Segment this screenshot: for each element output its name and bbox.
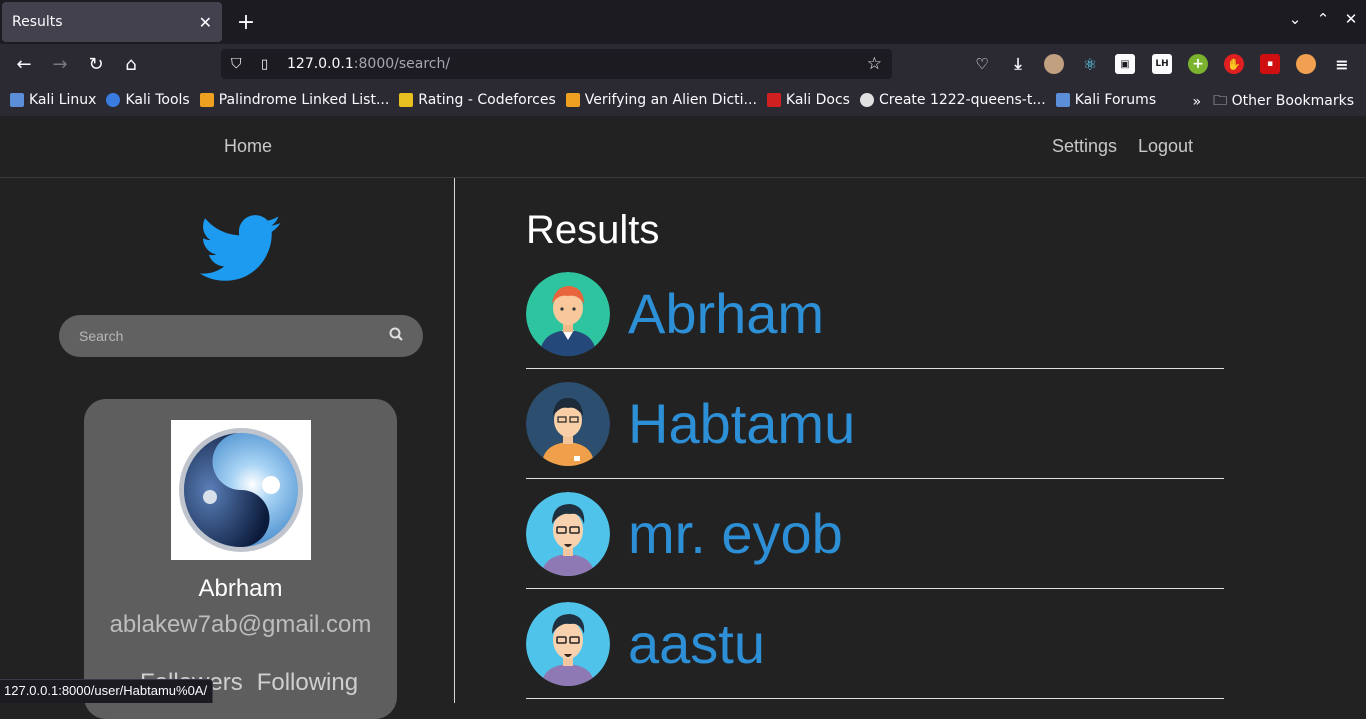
window-controls: ⌄ ⌃ ✕ — [1288, 10, 1358, 28]
menu-icon[interactable]: ≡ — [1332, 54, 1352, 74]
tab-list-icon[interactable]: ⌄ — [1288, 10, 1302, 28]
chevron-more-icon[interactable]: » — [1193, 94, 1202, 110]
back-icon[interactable]: ← — [12, 52, 36, 76]
bookmark-favicon-icon — [200, 93, 214, 107]
url-host: 127.0.0.1 — [287, 56, 354, 72]
user-name-link[interactable]: Abrham — [628, 281, 824, 346]
shield-icon[interactable]: ⛉ — [231, 56, 249, 72]
browser-toolbar: ← → ↻ ⌂ ⛉ ▯ 127.0.0.1:8000/search/ ☆ ♡ ⤓… — [0, 44, 1366, 84]
bookmark-item[interactable]: Verifying an Alien Dicti... — [566, 92, 757, 108]
user-avatar[interactable] — [526, 492, 610, 576]
profile-name: Abrham — [84, 575, 397, 603]
tab-close-icon[interactable]: ✕ — [199, 13, 212, 32]
page-content: Home Settings Logout — [0, 116, 1366, 703]
extension-orange-icon[interactable] — [1296, 54, 1316, 74]
bookmark-star-icon[interactable]: ☆ — [867, 54, 882, 74]
user-avatar[interactable] — [526, 272, 610, 356]
new-tab-button[interactable]: + — [232, 8, 260, 36]
bookmark-favicon-icon — [767, 93, 781, 107]
url-bar[interactable]: ⛉ ▯ 127.0.0.1:8000/search/ ☆ — [221, 49, 892, 79]
pocket-icon[interactable]: ♡ — [972, 54, 992, 74]
user-name-link[interactable]: aastu — [628, 611, 765, 676]
bookmark-item[interactable]: Kali Tools — [106, 92, 189, 108]
result-item[interactable]: Abrham — [526, 259, 1224, 369]
tab-bar: Results ✕ + ⌄ ⌃ ✕ — [0, 0, 1366, 44]
bookmark-item[interactable]: Palindrome Linked List... — [200, 92, 390, 108]
lighthouse-icon[interactable]: LH — [1152, 54, 1172, 74]
bookmark-favicon-icon — [1056, 93, 1070, 107]
search-icon[interactable] — [389, 327, 403, 345]
react-devtools-icon[interactable]: ⚛ — [1080, 54, 1100, 74]
results-title: Results — [526, 208, 659, 253]
user-name-link[interactable]: Habtamu — [628, 391, 855, 456]
other-bookmarks[interactable]: 🗀 Other Bookmarks — [1213, 90, 1354, 114]
nav-settings-link[interactable]: Settings — [1052, 136, 1117, 157]
avatar-beard-icon — [526, 492, 610, 576]
github-icon — [860, 93, 874, 107]
add-extension-icon[interactable]: + — [1188, 54, 1208, 74]
bookmark-item[interactable]: Kali Docs — [767, 92, 850, 108]
browser-tab[interactable]: Results ✕ — [2, 2, 222, 42]
bookmark-favicon-icon — [106, 93, 120, 107]
page-icon: ▯ — [261, 57, 275, 72]
bookmarks-bar: Kali Linux Kali Tools Palindrome Linked … — [0, 84, 1366, 116]
result-item[interactable]: mr. eyob — [526, 479, 1224, 589]
result-item[interactable]: aastu — [526, 589, 1224, 699]
reload-icon[interactable]: ↻ — [84, 52, 108, 76]
extension-red-icon[interactable]: ▪ — [1260, 54, 1280, 74]
user-avatar[interactable] — [526, 602, 610, 686]
extension-box-icon[interactable]: ▣ — [1115, 54, 1135, 74]
minimize-icon[interactable]: ⌃ — [1316, 10, 1330, 28]
tab-title: Results — [12, 14, 199, 30]
profile-card: Abrham ablakew7ab@gmail.com Followers Fo… — [84, 399, 397, 719]
extension-owl-icon[interactable] — [1044, 54, 1064, 74]
bookmark-favicon-icon — [566, 93, 580, 107]
search-bar[interactable] — [59, 315, 423, 357]
profile-avatar[interactable] — [171, 420, 311, 560]
profile-email: ablakew7ab@gmail.com — [84, 611, 397, 639]
bookmark-favicon-icon — [10, 93, 24, 107]
user-name-link[interactable]: mr. eyob — [628, 501, 843, 566]
search-input[interactable] — [79, 328, 389, 344]
url-path: :8000/search/ — [354, 56, 450, 72]
bookmark-item[interactable]: Create 1222-queens-t... — [860, 92, 1046, 108]
folder-icon: 🗀 — [1213, 93, 1227, 109]
bookmark-item[interactable]: Kali Forums — [1056, 92, 1156, 108]
close-window-icon[interactable]: ✕ — [1344, 10, 1358, 28]
user-avatar[interactable] — [526, 382, 610, 466]
home-icon[interactable]: ⌂ — [119, 52, 143, 76]
avatar-beard-icon — [526, 602, 610, 686]
result-item[interactable]: Habtamu — [526, 369, 1224, 479]
forward-icon[interactable]: → — [48, 52, 72, 76]
status-bar: 127.0.0.1:8000/user/Habtamu%0A/ — [0, 679, 213, 703]
nav-logout-link[interactable]: Logout — [1138, 136, 1193, 157]
nav-home-link[interactable]: Home — [224, 136, 272, 157]
yin-yang-avatar-icon — [176, 425, 306, 555]
twitter-bird-icon[interactable] — [200, 214, 282, 284]
following-link[interactable]: Following — [257, 669, 358, 697]
site-nav: Home Settings Logout — [0, 116, 1366, 178]
sidebar: Abrham ablakew7ab@gmail.com Followers Fo… — [0, 178, 455, 703]
bookmark-item[interactable]: Kali Linux — [10, 92, 96, 108]
avatar-glasses-icon — [526, 382, 610, 466]
adblock-icon[interactable]: ✋ — [1224, 54, 1244, 74]
avatar-redhair-icon — [526, 272, 610, 356]
bookmark-item[interactable]: Rating - Codeforces — [399, 92, 555, 108]
download-icon[interactable]: ⤓ — [1008, 54, 1028, 74]
bookmark-favicon-icon — [399, 93, 413, 107]
